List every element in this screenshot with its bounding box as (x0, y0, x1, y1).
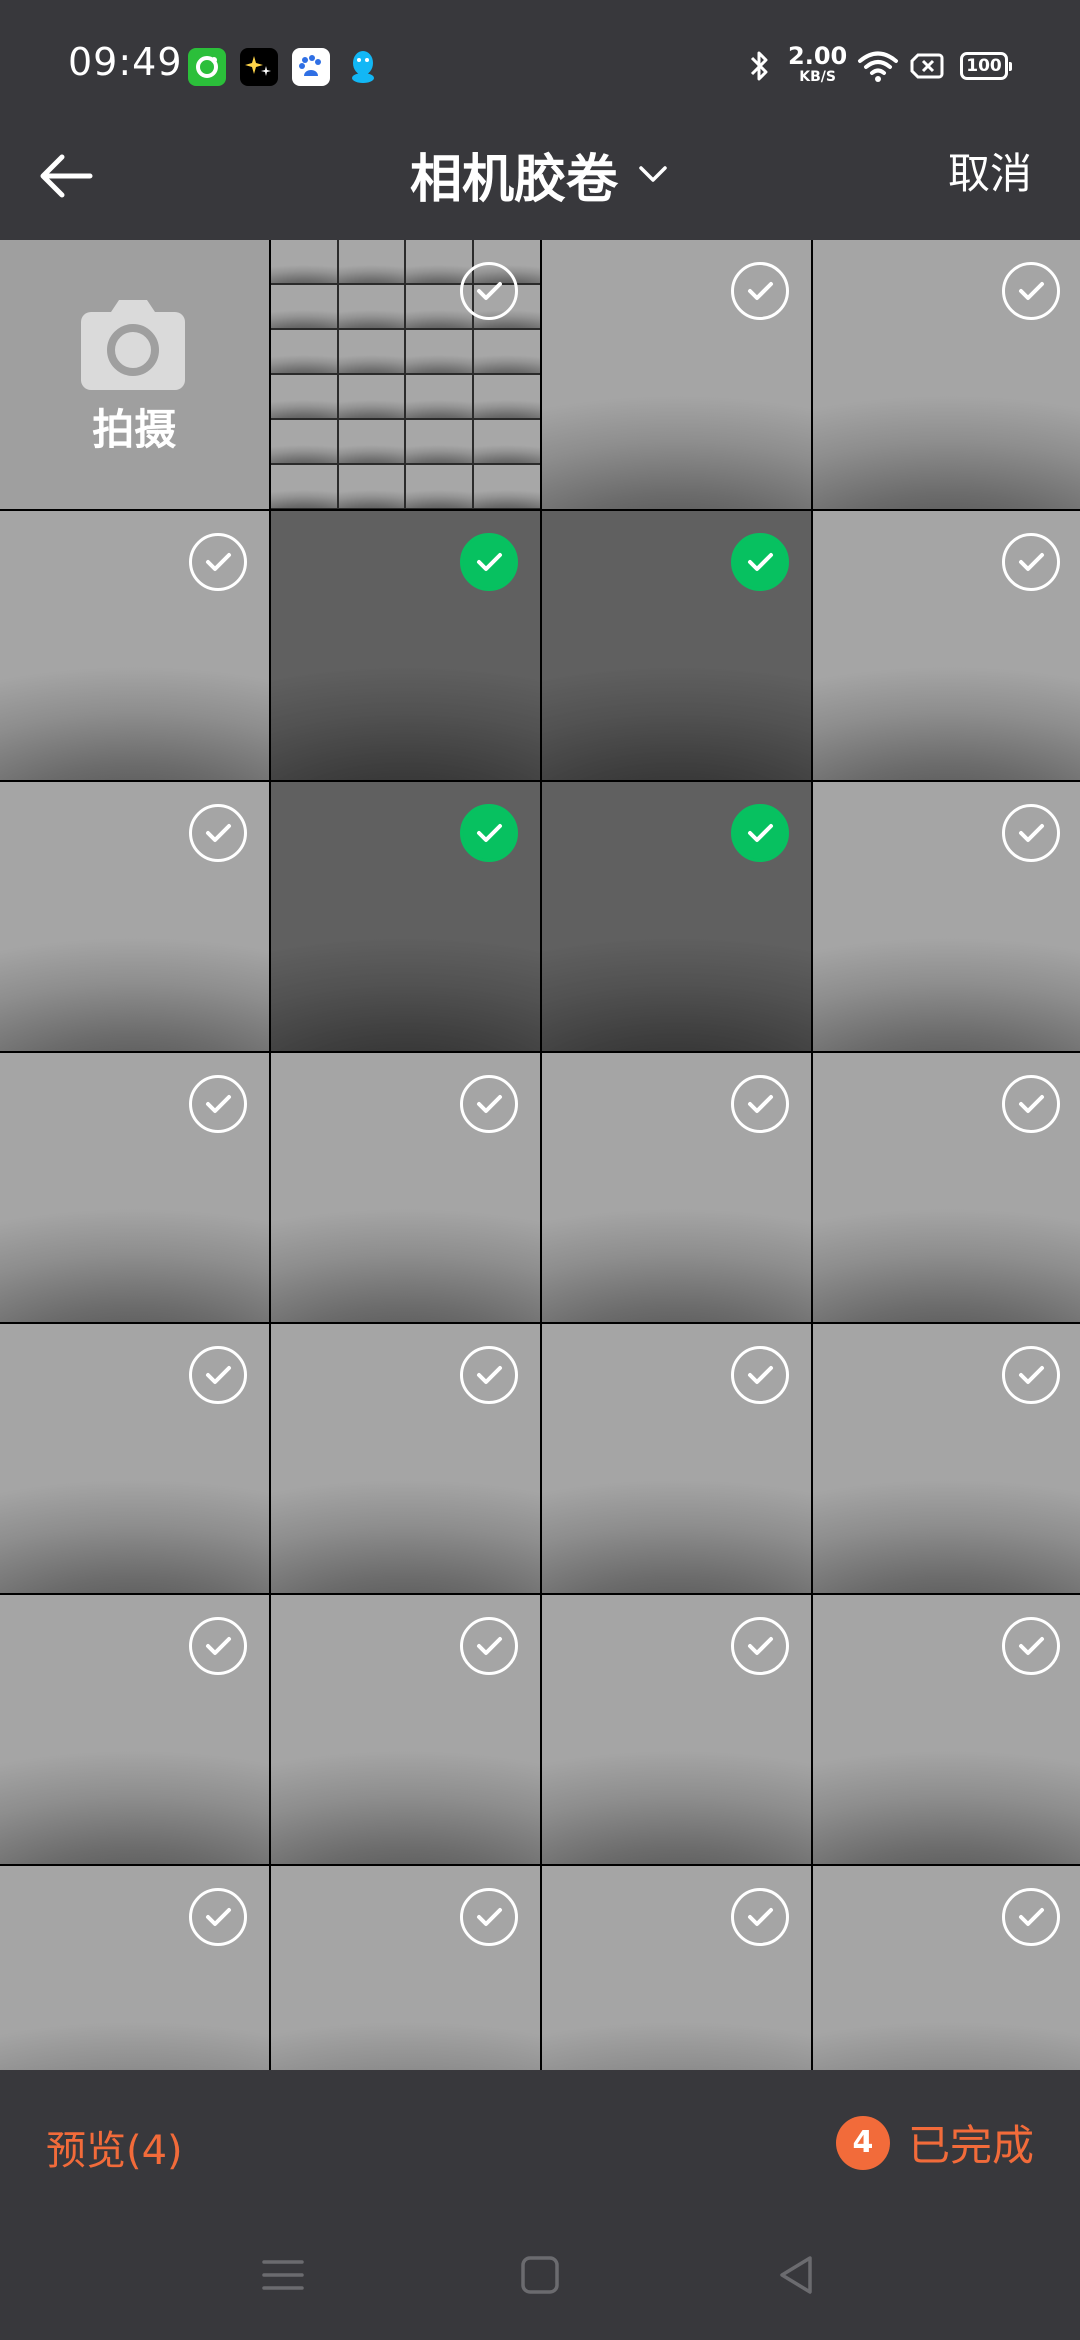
select-check-icon[interactable] (1001, 1075, 1060, 1133)
select-check-icon[interactable] (188, 1075, 247, 1133)
select-check-icon[interactable] (1001, 262, 1060, 320)
photo-tile[interactable] (813, 1053, 1080, 1322)
done-button[interactable]: 4 已完成 (835, 2112, 1034, 2173)
photo-tile[interactable] (813, 1324, 1080, 1593)
photo-tile[interactable] (271, 1595, 540, 1864)
network-speed: 2.00 KB/S (788, 42, 848, 85)
photo-tile[interactable] (813, 511, 1080, 780)
album-title: 相机胶卷 (409, 149, 618, 210)
photo-tile[interactable] (542, 1324, 811, 1593)
selected-count-badge: 4 (835, 2115, 890, 2170)
select-check-icon[interactable] (459, 1617, 518, 1675)
photo-tile[interactable] (542, 782, 811, 1051)
select-check-icon[interactable] (459, 262, 518, 320)
photo-tile[interactable] (542, 1053, 811, 1322)
done-label: 已完成 (907, 2121, 1034, 2170)
take-photo-label: 拍摄 (92, 405, 177, 454)
selected-check-icon[interactable] (730, 804, 789, 862)
select-check-icon[interactable] (730, 262, 789, 320)
select-check-icon[interactable] (188, 533, 247, 591)
camera-icon (81, 300, 185, 390)
photo-tile[interactable] (813, 240, 1080, 509)
photo-tile[interactable] (271, 1324, 540, 1593)
photo-tile[interactable] (0, 782, 269, 1051)
green-app-icon (188, 48, 226, 86)
sim-off-icon (910, 53, 944, 79)
baidu-app-icon (292, 48, 330, 86)
photo-tile[interactable] (0, 511, 269, 780)
system-nav-bar (0, 2210, 1080, 2340)
photo-tile[interactable] (0, 1595, 269, 1864)
photo-tile[interactable] (542, 511, 811, 780)
select-check-icon[interactable] (730, 1888, 789, 1946)
photo-picker-screen: 09:49 2.00 KB/S 100 相机胶卷 取消 拍摄 预览(4) 4 已… (0, 0, 1080, 2340)
select-check-icon[interactable] (1001, 1617, 1060, 1675)
menu-nav-icon[interactable] (258, 2250, 308, 2300)
select-check-icon[interactable] (1001, 533, 1060, 591)
status-time: 09:49 (68, 40, 183, 84)
selected-check-icon[interactable] (459, 804, 518, 862)
select-check-icon[interactable] (188, 804, 247, 862)
selected-check-icon[interactable] (459, 533, 518, 591)
status-bar: 09:49 2.00 KB/S 100 (0, 0, 1080, 120)
cancel-button[interactable]: 取消 (948, 140, 1032, 201)
photo-tile[interactable] (271, 782, 540, 1051)
select-check-icon[interactable] (1001, 1346, 1060, 1404)
wifi-icon (858, 51, 898, 82)
preview-button[interactable]: 预览(4) (46, 2118, 183, 2176)
select-check-icon[interactable] (459, 1888, 518, 1946)
select-check-icon[interactable] (459, 1075, 518, 1133)
select-check-icon[interactable] (730, 1346, 789, 1404)
battery-indicator: 100 (960, 52, 1012, 80)
select-check-icon[interactable] (730, 1617, 789, 1675)
selected-check-icon[interactable] (730, 533, 789, 591)
select-check-icon[interactable] (188, 1346, 247, 1404)
photo-tile[interactable] (813, 782, 1080, 1051)
chevron-down-icon (639, 166, 667, 182)
photo-tile[interactable] (271, 511, 540, 780)
select-check-icon[interactable] (1001, 804, 1060, 862)
picker-header: 相机胶卷 取消 (0, 120, 1080, 240)
photo-tile[interactable] (542, 1595, 811, 1864)
photo-grid: 拍摄 (0, 240, 1080, 2135)
photo-tile[interactable] (542, 240, 811, 509)
photo-tile[interactable] (271, 240, 540, 509)
select-check-icon[interactable] (1001, 1888, 1060, 1946)
home-nav-icon[interactable] (515, 2250, 565, 2300)
select-check-icon[interactable] (730, 1075, 789, 1133)
album-selector[interactable]: 相机胶卷 (0, 134, 1080, 214)
select-check-icon[interactable] (188, 1617, 247, 1675)
qq-app-icon (344, 48, 382, 86)
photo-tile[interactable] (271, 1053, 540, 1322)
photo-tile[interactable] (0, 1324, 269, 1593)
photo-tile[interactable] (813, 1595, 1080, 1864)
take-photo-tile[interactable]: 拍摄 (0, 240, 269, 509)
star-app-icon (240, 48, 278, 86)
bottom-action-bar: 预览(4) 4 已完成 (0, 2070, 1080, 2210)
select-check-icon[interactable] (188, 1888, 247, 1946)
select-check-icon[interactable] (459, 1346, 518, 1404)
photo-tile[interactable] (0, 1053, 269, 1322)
back-nav-icon[interactable] (772, 2250, 822, 2300)
bluetooth-icon (750, 51, 768, 81)
